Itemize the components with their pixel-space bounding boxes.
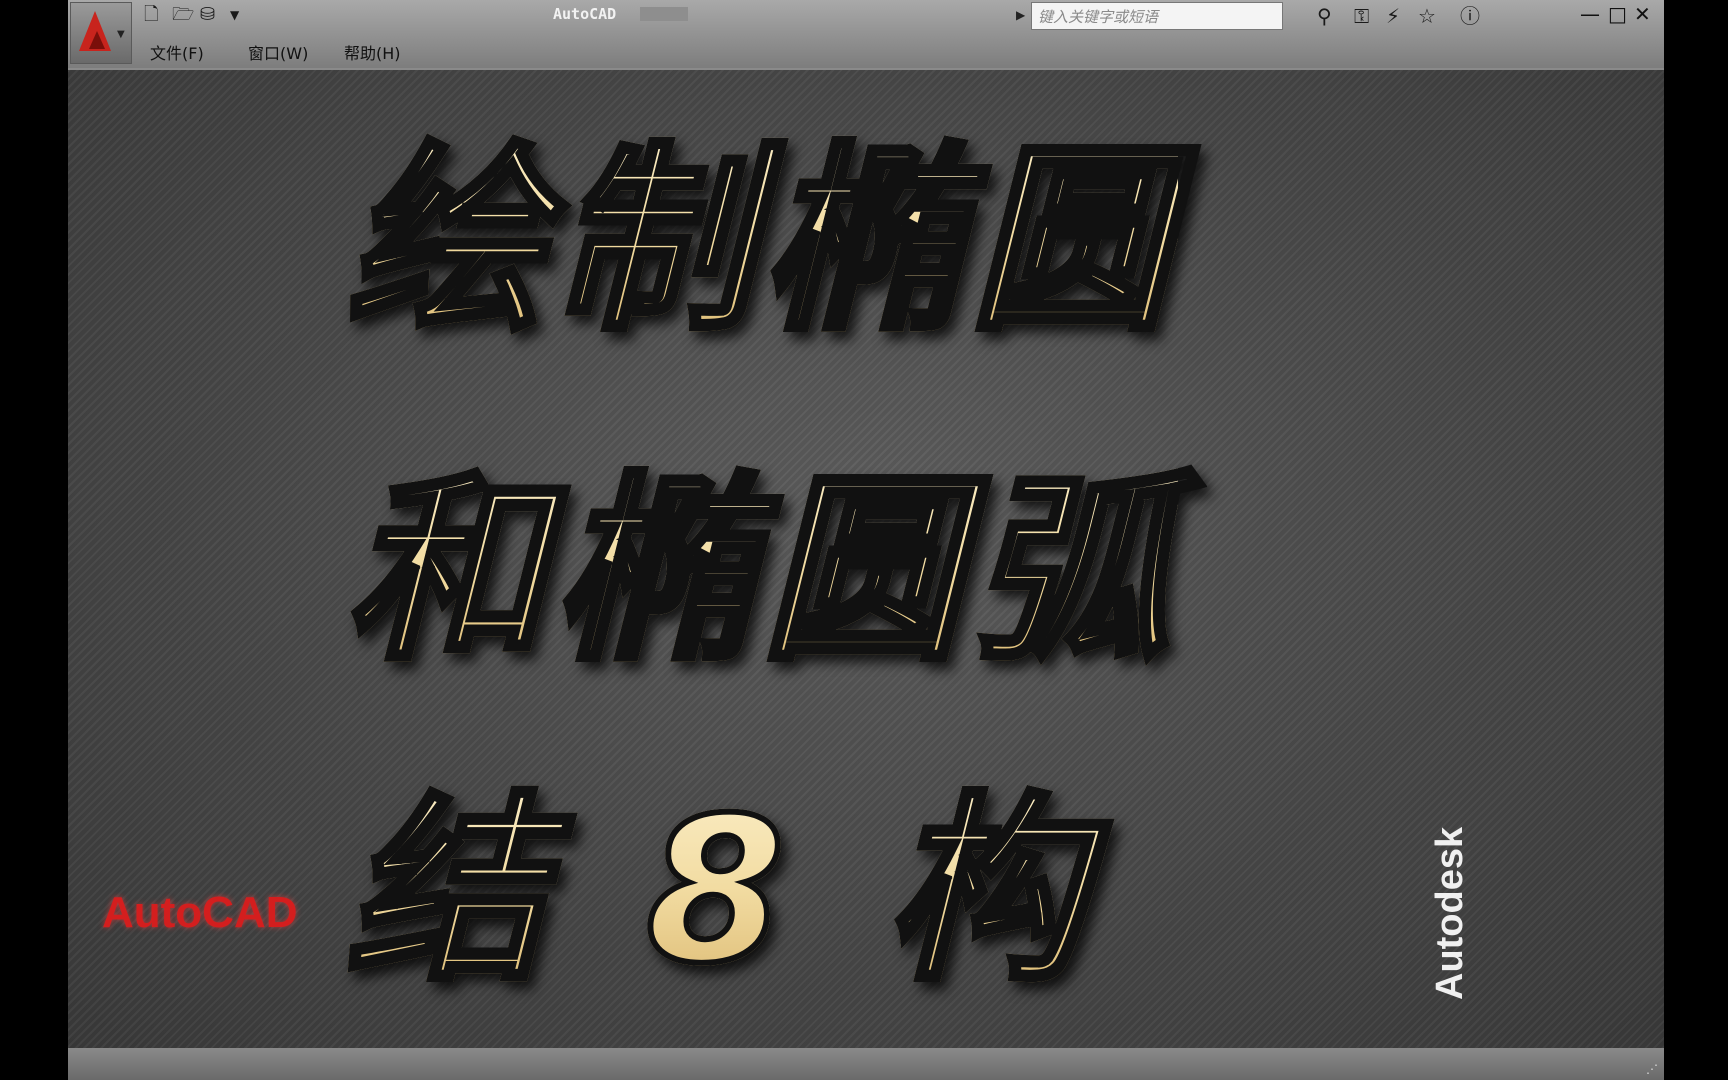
binoculars-icon[interactable]: ⚲ [1317, 4, 1332, 28]
menu-window[interactable]: 窗口(W) [248, 40, 308, 64]
chevron-down-icon: ▼ [117, 29, 125, 40]
version-blur [640, 7, 688, 21]
autodesk-brand: Autodesk [1429, 826, 1471, 1000]
letterbox-right [1664, 0, 1728, 1080]
star-icon[interactable]: ☆ [1418, 4, 1436, 28]
menu-help[interactable]: 帮助(H) [344, 40, 401, 64]
application-menu-button[interactable]: ▼ [70, 2, 132, 64]
overlay-title-line1: 绘制椭圆 [343, 78, 1178, 368]
quick-access-dropdown-icon[interactable]: ▼ [230, 4, 239, 26]
open-folder-icon[interactable]: 🗁 [172, 4, 194, 26]
maximize-button[interactable]: □ [1608, 2, 1627, 26]
search-expand-icon[interactable]: ▶ [1016, 8, 1025, 22]
key-icon[interactable]: ⚿ [1354, 4, 1369, 28]
help-icon[interactable]: ⓘ [1460, 4, 1480, 28]
overlay-title-line3: 结8构 [343, 728, 1185, 1018]
window-title: AutoCAD [553, 5, 617, 23]
autocad-window: ▼ 🗋 🗁 ⛁ ▼ AutoCAD 文件(F) 窗口(W) 帮助(H) ▶ 键入… [68, 0, 1664, 1080]
satellite-icon[interactable]: ⚡ [1386, 4, 1400, 28]
close-button[interactable]: ✕ [1634, 2, 1651, 26]
letterbox-left [0, 0, 68, 1080]
new-file-icon[interactable]: 🗋 [144, 4, 158, 26]
autocad-brand: AutoCAD [102, 888, 298, 937]
save-icon[interactable]: ⛁ [200, 4, 215, 26]
minimize-button[interactable]: — [1580, 2, 1600, 26]
search-input[interactable]: 键入关键字或短语 [1031, 2, 1283, 30]
autocad-logo-inner [89, 31, 105, 49]
title-bar: ▼ 🗋 🗁 ⛁ ▼ AutoCAD 文件(F) 窗口(W) 帮助(H) ▶ 键入… [68, 0, 1664, 68]
overlay-title-line2: 和椭圆弧 [343, 408, 1178, 698]
menu-file[interactable]: 文件(F) [150, 40, 204, 64]
status-bar: ⋰ [68, 1048, 1664, 1080]
resize-grip-icon[interactable]: ⋰ [1646, 1062, 1658, 1076]
